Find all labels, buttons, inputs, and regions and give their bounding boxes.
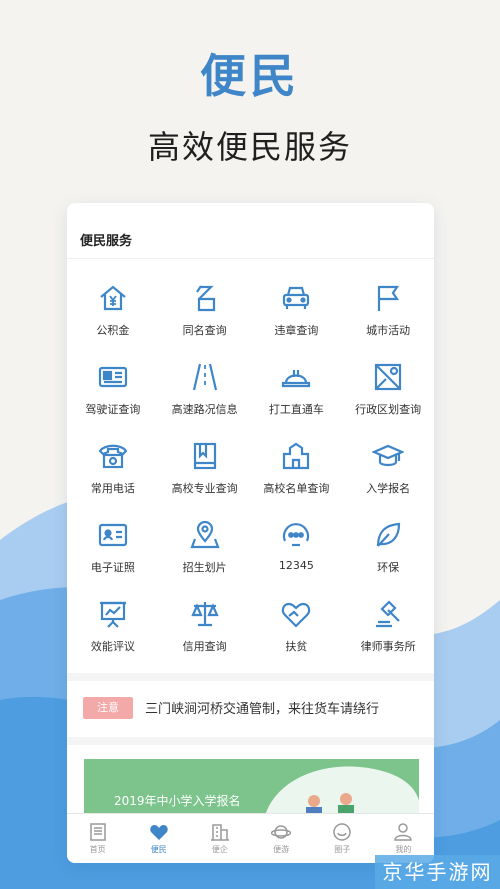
id-card-icon [98, 523, 127, 547]
notice-badge: 注意 [83, 697, 133, 719]
service-phone[interactable]: 常用电话 [67, 440, 159, 519]
banner-text: 2019年中小学入学报名 [114, 794, 241, 808]
service-poverty-relief[interactable]: 扶贫 [251, 598, 343, 677]
tab-home[interactable]: 首页 [67, 814, 128, 863]
newspaper-icon [89, 823, 106, 841]
license-card-icon [98, 366, 127, 388]
gavel-icon [376, 600, 400, 628]
house-yen-icon [100, 285, 126, 311]
service-same-name[interactable]: 同名查询 [159, 282, 251, 361]
tab-travel[interactable]: 便游 [251, 814, 312, 863]
hotline-face-icon [283, 523, 310, 547]
phone-screen: 便民服务 公积金 同名查询 违章查询 城市活动 驾驶证查询 高速路况信息 打工直… [67, 203, 434, 863]
services-panel: 便民服务 公积金 同名查询 违章查询 城市活动 驾驶证查询 高速路况信息 打工直… [67, 203, 434, 673]
helmet-icon [282, 370, 311, 388]
service-grid: 公积金 同名查询 违章查询 城市活动 驾驶证查询 高速路况信息 打工直通车 行政… [67, 282, 434, 677]
service-law-firm[interactable]: 律师事务所 [342, 598, 434, 677]
telephone-icon [98, 444, 128, 469]
notice-text: 三门峡涧河桥交通管制，来往货车请绕行 [145, 702, 380, 717]
service-enrollment[interactable]: 入学报名 [342, 440, 434, 519]
map-pin-icon [375, 363, 402, 391]
section-title: 便民服务 [80, 234, 133, 249]
service-evaluation[interactable]: 效能评议 [67, 598, 159, 677]
divider [67, 258, 434, 259]
service-hotline[interactable]: 12345 [251, 519, 343, 598]
service-highway[interactable]: 高速路况信息 [159, 361, 251, 440]
service-license[interactable]: 驾驶证查询 [67, 361, 159, 440]
name-char-icon [195, 285, 215, 312]
service-credit[interactable]: 信用查询 [159, 598, 251, 677]
tab-convenience[interactable]: 便民 [128, 814, 189, 863]
service-housing-fund[interactable]: 公积金 [67, 282, 159, 361]
service-city-events[interactable]: 城市活动 [342, 282, 434, 361]
heart-hands-icon [282, 602, 311, 628]
notice-bar[interactable]: 注意 三门峡涧河桥交通管制，来往货车请绕行 [67, 681, 434, 737]
service-violation[interactable]: 违章查询 [251, 282, 343, 361]
building-icon [210, 824, 229, 841]
service-school-zoning[interactable]: 招生划片 [159, 519, 251, 598]
page-title: 便民 [200, 49, 300, 103]
school-building-icon [283, 442, 310, 470]
tab-enterprise[interactable]: 便企 [189, 814, 250, 863]
enrollment-banner[interactable]: 2019年中小学入学报名 [84, 759, 419, 819]
planet-icon [271, 825, 292, 839]
presentation-chart-icon [99, 601, 126, 628]
service-e-license[interactable]: 电子证照 [67, 519, 159, 598]
service-work[interactable]: 打工直通车 [251, 361, 343, 440]
service-majors[interactable]: 高校专业查询 [159, 440, 251, 519]
service-colleges[interactable]: 高校名单查询 [251, 440, 343, 519]
car-icon [283, 286, 310, 309]
scale-icon [190, 602, 219, 627]
location-area-icon [190, 520, 220, 549]
book-icon [193, 442, 216, 470]
banner-decoration [264, 766, 419, 819]
service-environment[interactable]: 环保 [342, 519, 434, 598]
smile-circle-icon [333, 823, 352, 841]
tab-circle[interactable]: 圈子 [312, 814, 373, 863]
service-district[interactable]: 行政区划查询 [342, 361, 434, 440]
user-icon [394, 823, 413, 841]
graduation-cap-icon [372, 444, 405, 467]
heart-icon [150, 825, 168, 840]
road-icon [192, 363, 217, 391]
page-subtitle: 高效便民服务 [147, 128, 352, 166]
flag-icon [378, 285, 400, 311]
watermark: 京华手游网 [375, 855, 500, 889]
leaf-icon [377, 522, 401, 547]
